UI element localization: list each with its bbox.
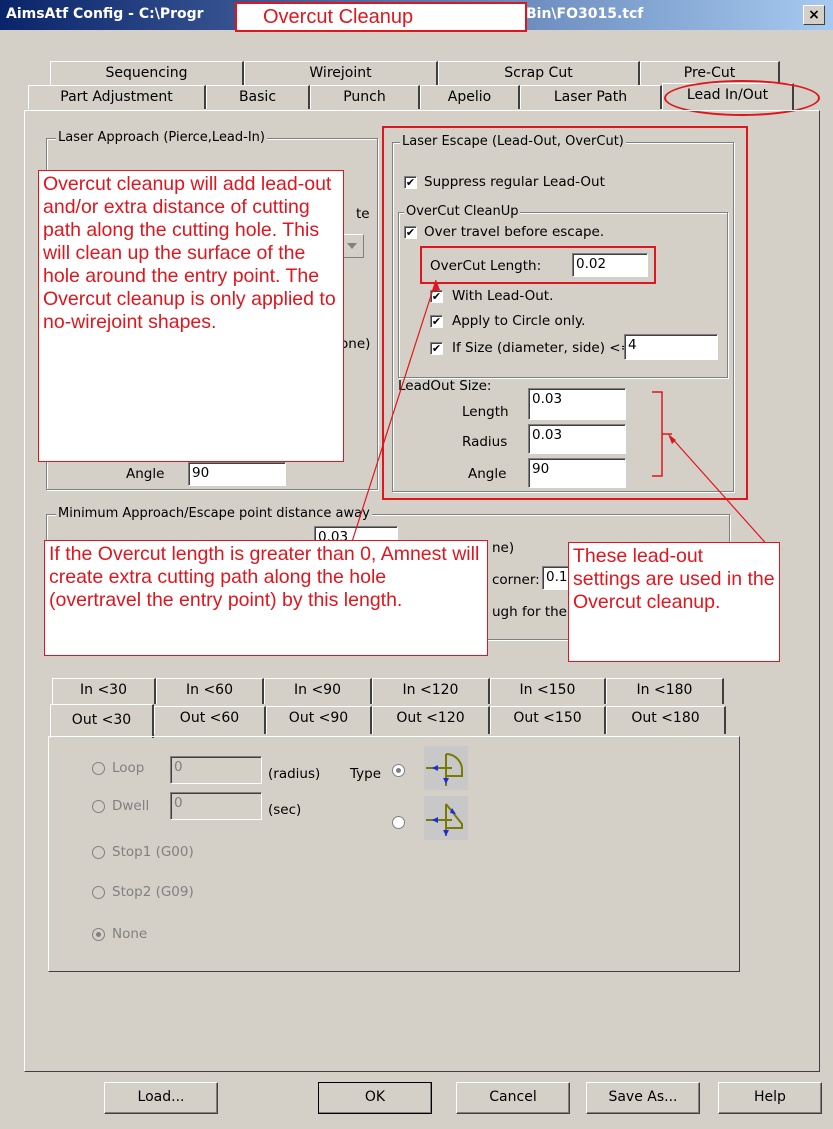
overcut-cleanup-note: Overcut cleanup will add lead-out and/or…	[38, 170, 344, 462]
overcut-length-note: If the Overcut length is greater than 0,…	[44, 540, 488, 656]
leadout-settings-note: These lead-out settings are used in the …	[568, 542, 780, 662]
